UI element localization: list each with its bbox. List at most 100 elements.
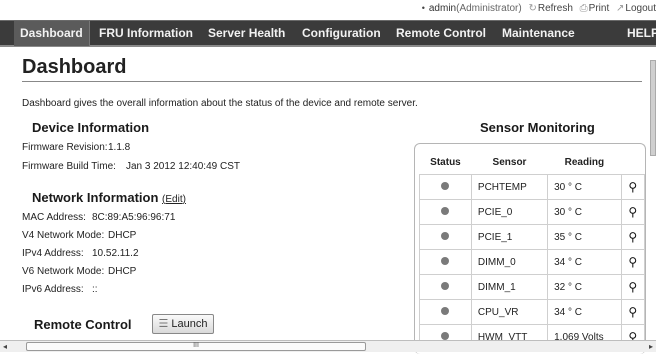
network-edit-link[interactable]: (Edit) — [162, 194, 186, 205]
status-cell — [419, 224, 472, 250]
nav-maintenance[interactable]: Maintenance — [502, 21, 575, 46]
ipv4-label: IPv4 Address: — [22, 248, 84, 259]
table-row[interactable]: DIMM_1 32 ° C ⚲ — [419, 274, 645, 300]
top-status-bar: • admin(Administrator) ↻Refresh ⎙Print ↗L… — [0, 0, 656, 20]
mac-row: MAC Address: 8C:89:A5:96:96:71 — [22, 212, 175, 223]
table-row[interactable]: PCIE_1 35 ° C ⚲ — [419, 224, 645, 250]
v6-mode-row: V6 Network Mode: DHCP — [22, 266, 136, 277]
status-indicator-icon — [441, 281, 450, 290]
status-indicator-icon — [441, 256, 450, 265]
title-divider — [22, 81, 642, 82]
sensor-reading: 34 ° C — [547, 299, 622, 325]
nav-help[interactable]: HELP — [627, 21, 656, 46]
nav-dashboard[interactable]: Dashboard — [14, 21, 90, 46]
remote-control-heading: Remote Control — [34, 317, 132, 332]
details-cell: ⚲ — [620, 224, 645, 250]
ipv6-row: IPv6 Address: :: — [22, 284, 98, 295]
v4-mode-row: V4 Network Mode: DHCP — [22, 230, 136, 241]
vertical-scrollbar[interactable] — [650, 60, 656, 156]
firmware-revision-value: 1.1.8 — [108, 142, 131, 153]
details-cell: ⚲ — [620, 249, 645, 275]
print-link[interactable]: Print — [589, 3, 610, 14]
column-sensor: Sensor — [492, 156, 527, 168]
v4-mode-value: DHCP — [108, 230, 137, 241]
console-icon: ☰ — [158, 318, 169, 330]
table-row[interactable]: PCIE_0 30 ° C ⚲ — [419, 199, 645, 225]
sensor-name: DIMM_1 — [470, 274, 549, 300]
magnifier-icon[interactable]: ⚲ — [628, 230, 637, 244]
magnifier-icon[interactable]: ⚲ — [628, 255, 637, 269]
details-cell: ⚲ — [620, 274, 645, 300]
nav-fru-information[interactable]: FRU Information — [99, 21, 193, 46]
sensor-table-header: Status Sensor Reading — [420, 150, 645, 175]
column-status: Status — [430, 156, 461, 168]
sensor-monitoring-heading: Sensor Monitoring — [480, 120, 595, 135]
status-indicator-icon — [441, 231, 450, 240]
main-nav: Dashboard FRU Information Server Health … — [0, 20, 656, 47]
magnifier-icon[interactable]: ⚲ — [628, 180, 637, 194]
sensor-panel: Status Sensor Reading PCHTEMP 30 ° C ⚲ P… — [414, 143, 646, 354]
nav-remote-control[interactable]: Remote Control — [396, 21, 486, 46]
firmware-revision-label: Firmware Revision: — [22, 142, 108, 153]
sensor-reading: 30 ° C — [547, 174, 622, 200]
launch-button[interactable]: ☰ Launch — [152, 314, 214, 334]
launch-label: Launch — [171, 318, 208, 330]
details-cell: ⚲ — [620, 174, 645, 200]
details-cell: ⚲ — [620, 199, 645, 225]
v6-mode-label: V6 Network Mode: — [22, 266, 105, 277]
table-row[interactable]: CPU_VR 34 ° C ⚲ — [419, 299, 645, 325]
status-cell — [419, 299, 472, 325]
scrollbar-thumb[interactable]: III — [26, 342, 366, 351]
logout-link[interactable]: Logout — [625, 3, 656, 14]
page-title: Dashboard — [22, 56, 127, 78]
main-content: Dashboard Dashboard gives the overall in… — [14, 56, 642, 109]
table-row[interactable]: DIMM_0 34 ° C ⚲ — [419, 249, 645, 275]
status-cell — [419, 274, 472, 300]
status-cell — [419, 174, 472, 200]
magnifier-icon[interactable]: ⚲ — [628, 280, 637, 294]
sensor-reading: 32 ° C — [547, 274, 622, 300]
logout-icon: ↗ — [616, 3, 625, 14]
sensor-table: Status Sensor Reading PCHTEMP 30 ° C ⚲ P… — [419, 150, 645, 350]
firmware-build-value: Jan 3 2012 12:40:49 CST — [126, 161, 240, 172]
scroll-right-icon[interactable]: ▸ — [649, 341, 653, 352]
nav-configuration[interactable]: Configuration — [302, 21, 381, 46]
network-info-title: Network Information — [32, 190, 159, 205]
sensor-name: CPU_VR — [470, 299, 549, 325]
column-details — [621, 150, 644, 175]
ipv6-value: :: — [92, 284, 98, 295]
magnifier-icon[interactable]: ⚲ — [628, 205, 637, 219]
magnifier-icon[interactable]: ⚲ — [628, 305, 637, 319]
mac-label: MAC Address: — [22, 212, 86, 223]
status-indicator-icon — [441, 181, 450, 190]
nav-server-health[interactable]: Server Health — [208, 21, 285, 46]
firmware-revision-row: Firmware Revision: 1.1.8 — [22, 142, 130, 153]
status-cell — [419, 199, 472, 225]
user-actions: • admin(Administrator) ↻Refresh ⎙Print ↗L… — [418, 3, 656, 14]
status-indicator-icon — [441, 331, 450, 340]
status-indicator-icon — [441, 306, 450, 315]
table-row[interactable]: PCHTEMP 30 ° C ⚲ — [419, 174, 645, 200]
network-info-heading: Network Information (Edit) — [32, 190, 186, 205]
ipv6-label: IPv6 Address: — [22, 284, 84, 295]
ipv4-row: IPv4 Address: 10.52.11.2 — [22, 248, 139, 259]
user-role: (Administrator) — [456, 3, 522, 14]
firmware-build-label: Firmware Build Time: — [22, 161, 116, 172]
user-name: admin — [428, 3, 457, 14]
sensor-reading: 30 ° C — [547, 199, 622, 225]
status-bullet: • — [421, 3, 425, 13]
status-cell — [419, 249, 472, 275]
refresh-icon: ↻ — [528, 3, 537, 14]
details-cell: ⚲ — [620, 299, 645, 325]
scrollbar-grip: III — [193, 342, 199, 349]
sensor-name: PCIE_0 — [470, 199, 549, 225]
scroll-left-icon[interactable]: ◂ — [3, 341, 7, 352]
v4-mode-label: V4 Network Mode: — [22, 230, 105, 241]
sensor-name: PCHTEMP — [470, 174, 549, 200]
firmware-build-row: Firmware Build Time: Jan 3 2012 12:40:49… — [22, 161, 240, 172]
column-reading: Reading — [564, 156, 605, 168]
print-icon: ⎙ — [579, 3, 588, 14]
refresh-link[interactable]: Refresh — [538, 3, 573, 14]
device-info-heading: Device Information — [32, 120, 150, 135]
horizontal-scrollbar[interactable]: ◂ III ▸ — [0, 340, 656, 352]
